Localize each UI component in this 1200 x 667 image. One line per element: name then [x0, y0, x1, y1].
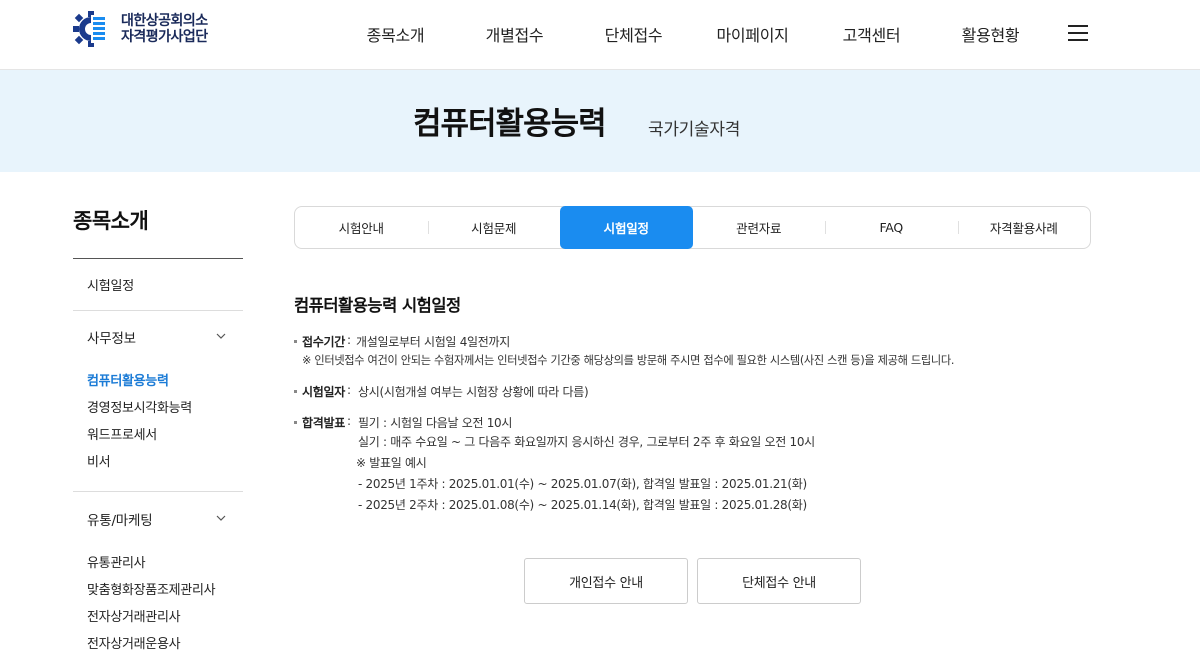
nav-item-intro[interactable]: 종목소개 [336, 22, 455, 46]
sidebar-group-office[interactable]: 사무정보 [87, 327, 136, 347]
sidebar-sub-distribution[interactable]: 유통관리사 [87, 552, 146, 571]
result-practical: 실기 : 매주 수요일 ~ 그 다음주 화요일까지 응시하신 경우, 그로부터 … [358, 435, 815, 449]
bullet [294, 340, 297, 343]
site-logo[interactable]: 대한상공회의소 자격평가사업단 [73, 11, 208, 47]
logo-text: 대한상공회의소 자격평가사업단 [121, 13, 208, 45]
gear-logo-icon [73, 11, 105, 47]
sidebar-divider [73, 491, 243, 492]
result-example-heading: ※ 발표일 예시 [356, 456, 427, 470]
sidebar-title: 종목소개 [73, 209, 149, 233]
sidebar-sub-cosmetics[interactable]: 맞춤형화장품조제관리사 [87, 579, 216, 598]
sidebar-sub-ecommerce-manager[interactable]: 전자상거래관리사 [87, 606, 181, 625]
sidebar-sub-secretary[interactable]: 비서 [87, 451, 111, 470]
bullet [294, 421, 297, 424]
sidebar-divider [73, 258, 243, 259]
reception-label: 접수기간 [302, 335, 345, 349]
nav-item-status[interactable]: 활용현황 [931, 22, 1050, 46]
nav-item-support[interactable]: 고객센터 [812, 22, 931, 46]
logo-line-2: 자격평가사업단 [121, 29, 208, 45]
individual-registration-button[interactable]: 개인접수 안내 [524, 558, 688, 604]
nav-item-individual[interactable]: 개별접수 [455, 22, 574, 46]
result-example-week1: - 2025년 1주차 : 2025.01.01(수) ~ 2025.01.07… [358, 477, 807, 491]
result-written: 필기 : 시험일 다음날 오전 10시 [358, 416, 513, 430]
group-registration-button[interactable]: 단체접수 안내 [697, 558, 861, 604]
reception-value: 개설일로부터 시험일 4일전까지 [356, 335, 510, 349]
logo-line-1: 대한상공회의소 [121, 13, 208, 29]
tab-exam-questions[interactable]: 시험문제 [427, 206, 561, 249]
page-title: 컴퓨터활용능력 [413, 106, 607, 142]
page-banner: 컴퓨터활용능력 국가기술자격 [0, 70, 1200, 172]
nav-item-mypage[interactable]: 마이페이지 [693, 22, 812, 46]
main-nav: 종목소개 개별접수 단체접수 마이페이지 고객센터 활용현황 [336, 0, 1050, 68]
result-separator: : [347, 414, 351, 428]
exam-date-label: 시험일자 [302, 385, 345, 399]
hamburger-menu-icon[interactable] [1068, 25, 1088, 41]
content-title: 컴퓨터활용능력 시험일정 [294, 296, 461, 315]
tab-faq[interactable]: FAQ [825, 206, 958, 249]
content-tabs: 시험안내 시험문제 시험일정 관련자료 FAQ 자격활용사례 [294, 206, 1091, 249]
result-example-week2: - 2025년 2주차 : 2025.01.08(수) ~ 2025.01.14… [358, 498, 807, 512]
result-label: 합격발표 [302, 416, 345, 430]
sidebar-sub-wordprocessor[interactable]: 워드프로세서 [87, 424, 157, 443]
tab-use-cases[interactable]: 자격활용사례 [957, 206, 1091, 249]
page-subtitle: 국가기술자격 [648, 120, 741, 140]
reception-separator: : [347, 333, 351, 347]
sidebar-sub-computer[interactable]: 컴퓨터활용능력 [87, 370, 169, 389]
nav-item-group[interactable]: 단체접수 [574, 22, 693, 46]
sidebar-item-schedule[interactable]: 시험일정 [87, 275, 134, 294]
chevron-down-icon[interactable] [216, 331, 226, 341]
exam-date-separator: : [347, 383, 351, 397]
exam-date-value: 상시(시험개설 여부는 시험장 상황에 따라 다름) [358, 385, 589, 399]
reception-note: ※ 인터넷접수 여건이 안되는 수험자께서는 인터넷접수 기간중 해당상의를 방… [302, 354, 955, 367]
site-header: 대한상공회의소 자격평가사업단 종목소개 개별접수 단체접수 마이페이지 고객센… [0, 0, 1200, 70]
sidebar-divider [73, 310, 243, 311]
sidebar-sub-bizinfo[interactable]: 경영정보시각화능력 [87, 397, 192, 416]
sidebar-group-marketing[interactable]: 유통/마케팅 [87, 509, 153, 529]
sidebar-sub-ecommerce-operator[interactable]: 전자상거래운용사 [87, 633, 181, 652]
tab-materials[interactable]: 관련자료 [693, 206, 826, 249]
tab-exam-schedule[interactable]: 시험일정 [560, 206, 693, 249]
bullet [294, 390, 297, 393]
chevron-down-icon[interactable] [216, 513, 226, 523]
tab-exam-info[interactable]: 시험안내 [295, 206, 428, 249]
